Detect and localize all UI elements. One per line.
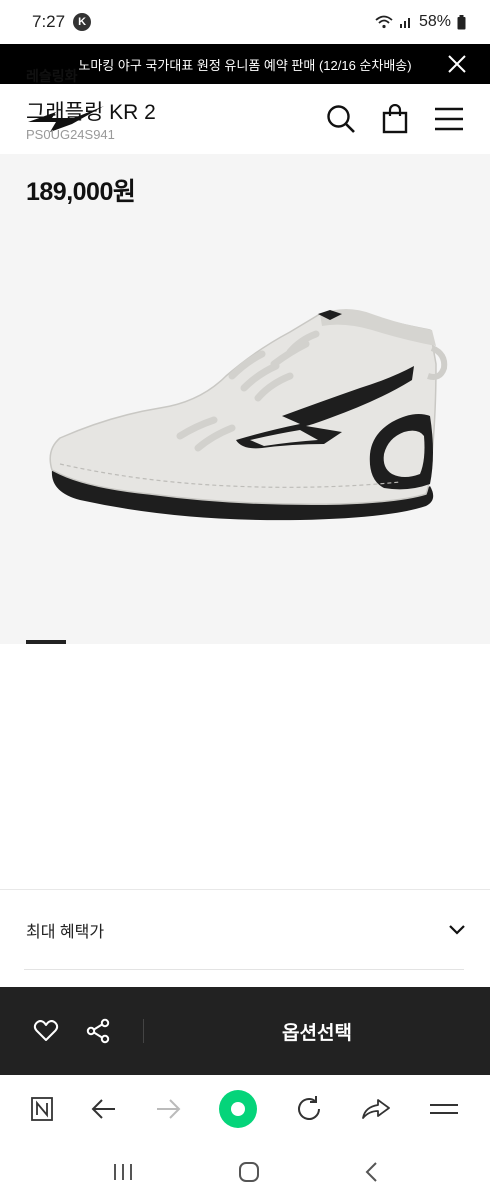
browser-toolbar bbox=[0, 1075, 490, 1143]
browser-menu-icon[interactable] bbox=[429, 1100, 459, 1118]
promo-banner-text[interactable]: 노마킹 야구 국가대표 원정 유니폼 예약 판매 (12/16 순차배송) bbox=[78, 55, 411, 74]
back-arrow-icon[interactable] bbox=[91, 1098, 117, 1120]
menu-icon[interactable] bbox=[434, 106, 464, 132]
chevron-down-icon[interactable] bbox=[448, 924, 466, 936]
status-bar: 7:27 K 58% bbox=[0, 0, 490, 44]
refresh-icon[interactable] bbox=[295, 1095, 323, 1123]
header-actions bbox=[326, 104, 464, 134]
shopping-bag-icon[interactable] bbox=[382, 104, 408, 134]
carousel-indicator bbox=[26, 640, 66, 644]
purchase-action-bar: 옵션선택 bbox=[0, 987, 490, 1075]
system-nav-bar bbox=[0, 1143, 490, 1200]
action-icons bbox=[0, 1018, 143, 1044]
close-icon[interactable] bbox=[446, 53, 468, 75]
system-back-icon[interactable] bbox=[364, 1161, 378, 1183]
section-divider bbox=[24, 969, 464, 970]
heart-icon[interactable] bbox=[33, 1019, 59, 1043]
naver-n-icon[interactable] bbox=[31, 1097, 53, 1121]
battery-icon bbox=[457, 14, 466, 29]
product-name: 그래플링 KR 2 bbox=[26, 101, 156, 124]
wifi-icon bbox=[375, 15, 393, 29]
max-benefit-label: 최대 혜택가 bbox=[26, 924, 105, 941]
home-button-icon[interactable] bbox=[238, 1161, 260, 1183]
product-category: 레슬링화 bbox=[26, 68, 78, 84]
max-benefit-row[interactable]: 최대 혜택가 bbox=[0, 890, 490, 970]
status-indicators: 58% bbox=[375, 13, 466, 31]
product-code: PS0UG24S941 bbox=[26, 127, 115, 142]
shoe-image bbox=[49, 309, 448, 521]
share-icon[interactable] bbox=[85, 1018, 111, 1044]
browser-home-icon[interactable] bbox=[219, 1090, 257, 1128]
forward-arrow-icon[interactable] bbox=[155, 1098, 181, 1120]
share-arrow-icon[interactable] bbox=[361, 1097, 391, 1121]
product-price: 189,000원 bbox=[26, 178, 136, 206]
battery-percent: 58% bbox=[418, 13, 451, 30]
app-notification-icon: K bbox=[73, 13, 92, 31]
signal-icon bbox=[399, 18, 410, 28]
recent-apps-icon[interactable] bbox=[112, 1162, 134, 1182]
status-time: 7:27 bbox=[32, 12, 66, 31]
search-icon[interactable] bbox=[326, 104, 356, 134]
product-image-carousel[interactable] bbox=[0, 154, 490, 644]
select-option-button[interactable]: 옵션선택 bbox=[144, 1018, 490, 1045]
